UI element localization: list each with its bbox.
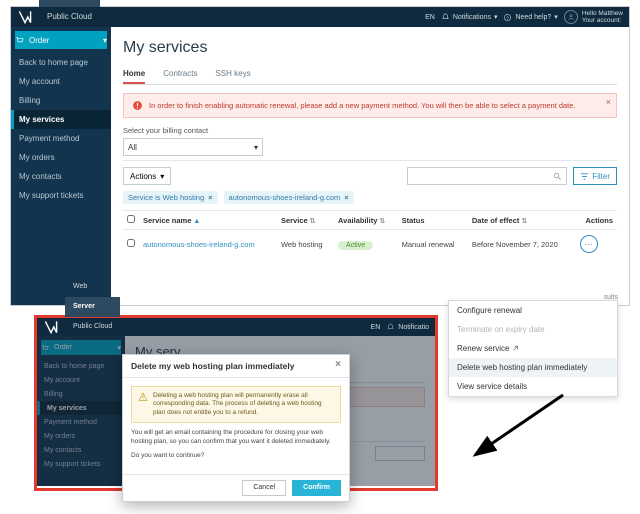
notifications-menu[interactable]: Notifications▾ <box>441 13 498 22</box>
sidebar-item-my-services[interactable]: My services <box>11 110 111 129</box>
topnav-public-cloud[interactable]: Public Cloud <box>39 7 100 27</box>
col-service-name[interactable]: Service name▲ <box>139 211 277 230</box>
topbar: WebServerPublic CloudTelecomSunrise EN N… <box>11 7 629 27</box>
filter-chip[interactable]: Service is Web hosting× <box>123 191 218 204</box>
cell-status: Manual renewal <box>398 230 468 259</box>
delete-hosting-modal: Delete my web hosting plan immediately ×… <box>122 354 350 502</box>
alert-close-icon[interactable]: × <box>606 97 611 107</box>
cell-date: Before November 7, 2020 <box>468 230 576 259</box>
search-icon <box>553 172 562 181</box>
billing-contact-select[interactable]: All▾ <box>123 138 263 156</box>
modal-text-1: You will get an email containing the pro… <box>131 429 341 447</box>
modal-title: Delete my web hosting plan immediately <box>131 361 294 371</box>
main-app-window: WebServerPublic CloudTelecomSunrise EN N… <box>10 6 630 306</box>
modal-close-icon[interactable]: × <box>335 361 341 371</box>
row-actions-menu: Configure renewalTerminate on expiry dat… <box>448 300 618 397</box>
table-row: autonomous-shoes-ireland-g.com Web hosti… <box>123 230 617 259</box>
actions-dropdown[interactable]: Actions▾ <box>123 167 171 185</box>
help-icon: ? <box>503 13 512 22</box>
lang-selector[interactable]: EN <box>425 14 435 21</box>
billing-contact-label: Select your billing contact <box>123 126 617 135</box>
filter-button[interactable]: Filter <box>573 167 617 185</box>
lang-selector[interactable]: EN <box>371 324 381 331</box>
topnav-web[interactable]: Web <box>65 277 120 297</box>
order-button[interactable]: Order▾ <box>15 31 107 49</box>
bell-icon <box>441 13 450 22</box>
cart-icon <box>15 36 24 45</box>
help-menu[interactable]: ? Need help?▾ <box>503 13 557 22</box>
alert-text: In order to finish enabling automatic re… <box>149 101 576 110</box>
account-menu[interactable]: Hello MatthewYour account: <box>564 10 623 24</box>
sidebar-item-my-orders[interactable]: My orders <box>11 148 111 167</box>
modal-text-2: Do you want to continue? <box>131 452 341 461</box>
content-area: My services Home Contracts SSH keys In ord… <box>111 27 629 305</box>
sidebar-item-payment-method[interactable]: Payment method <box>11 129 111 148</box>
filter-icon <box>580 172 589 181</box>
filter-chips: Service is Web hosting× autonomous-shoes-… <box>123 191 617 204</box>
inset-screenshot: WebServerPublic CloudTelecomSunrise EN N… <box>34 315 438 491</box>
page-title: My services <box>123 39 617 57</box>
chip-remove-icon[interactable]: × <box>344 193 348 202</box>
tab-home[interactable]: Home <box>123 65 145 84</box>
chip-remove-icon[interactable]: × <box>208 193 212 202</box>
availability-badge: Active <box>338 241 373 250</box>
confirm-button[interactable]: Confirm <box>292 480 341 496</box>
row-actions-button[interactable]: ⋯ <box>580 235 598 253</box>
tab-ssh-keys[interactable]: SSH keys <box>215 65 250 84</box>
modal-warning: Deleting a web hosting plan will permane… <box>131 386 341 423</box>
sidebar-item-my-contacts[interactable]: My contacts <box>11 167 111 186</box>
col-actions: Actions <box>576 211 617 230</box>
search-input[interactable] <box>407 167 567 185</box>
dd-item-terminate-on-expiry-date: Terminate on expiry date <box>449 320 617 339</box>
services-table: Service name▲ Service⇅ Availability⇅ Sta… <box>123 210 617 258</box>
tab-contracts[interactable]: Contracts <box>163 65 197 84</box>
row-checkbox[interactable] <box>127 239 135 247</box>
bell-icon <box>386 323 395 332</box>
col-date[interactable]: Date of effect⇅ <box>468 211 576 230</box>
col-availability[interactable]: Availability⇅ <box>334 211 398 230</box>
topnav-public-cloud[interactable]: Public Cloud <box>65 317 120 337</box>
tabs: Home Contracts SSH keys <box>123 65 617 85</box>
svg-text:?: ? <box>507 15 510 20</box>
sidebar-item-back-to-home-page[interactable]: Back to home page <box>11 53 111 72</box>
service-name-link[interactable]: autonomous-shoes-ireland-g.com <box>143 240 255 249</box>
sidebar-item-my-support-tickets[interactable]: My support tickets <box>11 186 111 205</box>
dd-item-configure-renewal[interactable]: Configure renewal <box>449 301 617 320</box>
sidebar-item-billing[interactable]: Billing <box>11 91 111 110</box>
error-icon <box>132 100 143 111</box>
dd-item-renew-service[interactable]: Renew service <box>449 339 617 358</box>
col-service[interactable]: Service⇅ <box>277 211 334 230</box>
topnav-server[interactable]: Server <box>39 0 100 7</box>
notifications-menu[interactable]: Notificatio <box>386 323 429 332</box>
avatar-icon <box>564 10 578 24</box>
select-all-checkbox[interactable] <box>127 215 135 223</box>
brand-logo[interactable] <box>37 320 65 334</box>
chevron-down-icon: ▾ <box>254 143 258 152</box>
filter-chip[interactable]: autonomous-shoes-ireland-g.com× <box>224 191 354 204</box>
sidebar: Order▾ Back to home pageMy accountBillin… <box>11 27 111 305</box>
col-status[interactable]: Status <box>398 211 468 230</box>
warning-icon <box>138 392 148 402</box>
topnav-server[interactable]: Server <box>65 297 120 317</box>
dd-item-delete-web-hosting-plan-immediately[interactable]: Delete web hosting plan immediately <box>449 358 617 377</box>
brand-logo[interactable] <box>11 10 39 24</box>
cell-service: Web hosting <box>277 230 334 259</box>
modal-backdrop: Delete my web hosting plan immediately ×… <box>37 336 435 486</box>
chevron-down-icon: ▾ <box>160 172 164 181</box>
alert-banner: In order to finish enabling automatic re… <box>123 93 617 118</box>
sidebar-item-my-account[interactable]: My account <box>11 72 111 91</box>
annotation-arrow-icon <box>463 390 573 470</box>
cancel-button[interactable]: Cancel <box>242 480 286 496</box>
